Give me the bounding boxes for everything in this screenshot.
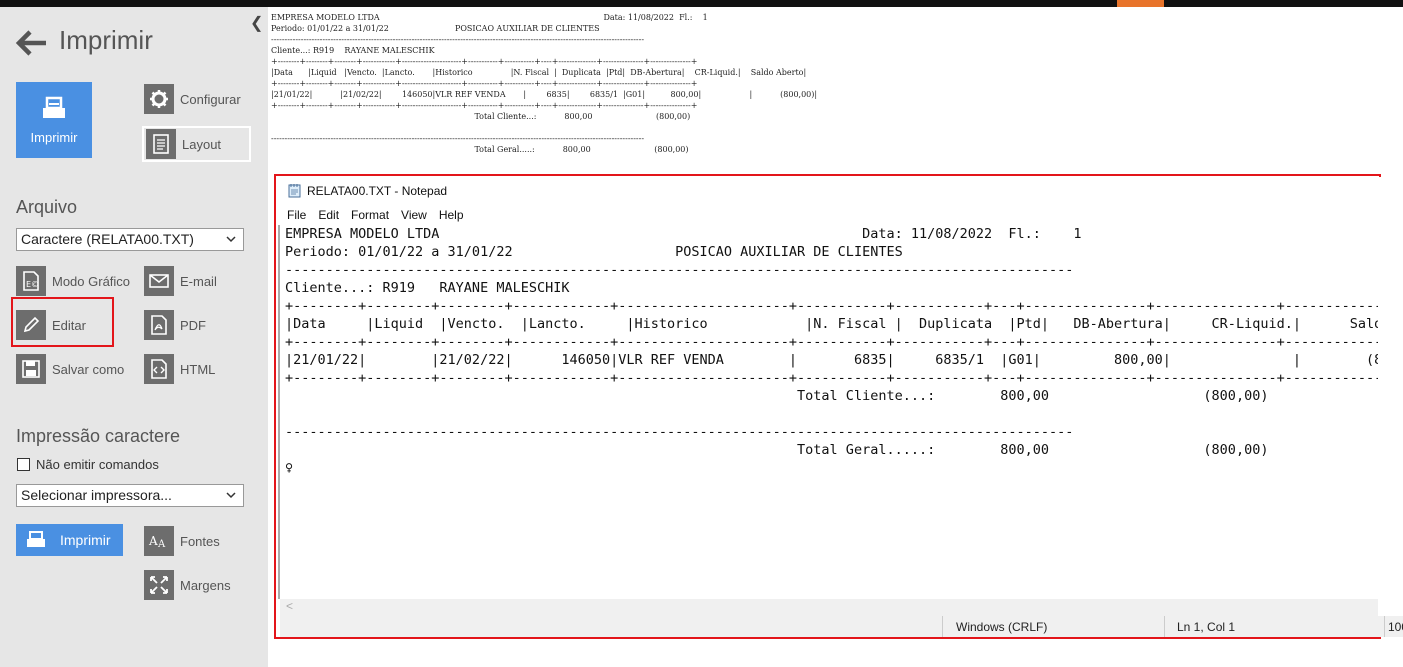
fonts-label: Fontes	[180, 533, 220, 549]
document-icon	[146, 129, 176, 159]
html-icon	[144, 354, 174, 384]
print-button-label: Imprimir	[30, 130, 78, 145]
status-separator	[942, 616, 943, 637]
status-separator	[1384, 616, 1385, 637]
status-position: Ln 1, Col 1	[1177, 620, 1236, 634]
html-label: HTML	[180, 361, 216, 377]
printer-select-value: Selecionar impressora...	[21, 487, 172, 503]
edit-highlight	[11, 297, 114, 347]
horizontal-scrollbar[interactable]: <	[280, 599, 1378, 616]
print-button[interactable]: Imprimir	[16, 82, 92, 158]
menu-file[interactable]: File	[287, 208, 306, 222]
chevron-down-icon	[226, 236, 236, 243]
report-preview: EMPRESA MODELO LTDA Data: 11/08/2022 Fl.…	[271, 12, 817, 155]
notepad-menu-bar: File Edit Format View Help	[287, 208, 464, 222]
graphic-doc-icon: E©	[16, 266, 46, 296]
char-section-heading: Impressão caractere	[16, 426, 181, 446]
layout-button[interactable]: Layout	[142, 126, 251, 162]
font-size-icon: AA	[144, 526, 174, 556]
page-title: Imprimir	[59, 25, 153, 55]
char-print-button[interactable]: Imprimir	[16, 524, 123, 556]
menu-help[interactable]: Help	[439, 208, 464, 222]
char-print-label: Imprimir	[60, 532, 111, 548]
sidebar: ❮ Imprimir Imprimir Configurar Layout Ar…	[0, 7, 268, 667]
status-zoom: 100	[1388, 620, 1403, 634]
no-commands-label: Não emitir comandos	[36, 457, 159, 472]
printer-icon	[43, 96, 65, 118]
margins-button[interactable]: Margens	[144, 569, 231, 601]
status-separator	[1164, 616, 1165, 637]
menu-view[interactable]: View	[401, 208, 427, 222]
email-label: E-mail	[180, 273, 217, 289]
pdf-label: PDF	[180, 317, 206, 333]
collapse-icon[interactable]: ❮	[250, 13, 263, 33]
format-select-value: Caractere (RELATA00.TXT)	[21, 231, 194, 247]
scroll-left-icon[interactable]: <	[286, 599, 293, 613]
floppy-icon	[16, 354, 46, 384]
graphic-mode-button[interactable]: E© Modo Gráfico	[16, 265, 130, 297]
pdf-icon	[144, 310, 174, 340]
gear-icon	[144, 84, 174, 114]
menu-format[interactable]: Format	[351, 208, 389, 222]
configure-label: Configurar	[180, 91, 241, 107]
notepad-window: RELATA00.TXT - Notepad File Edit Format …	[278, 177, 1403, 637]
printer-icon	[27, 531, 45, 547]
printer-select[interactable]: Selecionar impressora...	[16, 484, 244, 507]
notepad-text-area[interactable]: EMPRESA MODELO LTDA Data: 11/08/2022 Fl.…	[278, 225, 1378, 599]
margins-label: Margens	[180, 577, 231, 593]
configure-button[interactable]: Configurar	[144, 83, 241, 115]
status-line-ending: Windows (CRLF)	[956, 620, 1048, 634]
envelope-icon	[144, 266, 174, 296]
svg-text:A: A	[148, 534, 158, 548]
no-commands-checkbox[interactable]: Não emitir comandos	[17, 457, 159, 472]
notepad-icon	[288, 184, 301, 198]
margins-icon	[144, 570, 174, 600]
menu-edit[interactable]: Edit	[318, 208, 339, 222]
layout-label: Layout	[182, 136, 222, 152]
checkbox-box[interactable]	[17, 458, 30, 471]
svg-text:E©: E©	[26, 280, 39, 289]
top-bar	[0, 0, 1403, 7]
format-select[interactable]: Caractere (RELATA00.TXT)	[16, 228, 244, 251]
back-arrow-icon[interactable]	[14, 29, 48, 57]
notepad-content: EMPRESA MODELO LTDA Data: 11/08/2022 Fl.…	[285, 226, 1378, 476]
save-as-label: Salvar como	[52, 361, 125, 377]
status-bar: Windows (CRLF) Ln 1, Col 1 100	[280, 616, 1403, 637]
email-button[interactable]: E-mail	[144, 265, 217, 297]
fonts-button[interactable]: AA Fontes	[144, 525, 220, 557]
save-as-button[interactable]: Salvar como	[16, 353, 124, 385]
graphic-mode-label: Modo Gráfico	[52, 273, 131, 289]
notepad-title-bar: RELATA00.TXT - Notepad	[288, 183, 447, 198]
top-accent	[1117, 0, 1164, 7]
report-preview-text: EMPRESA MODELO LTDA Data: 11/08/2022 Fl.…	[271, 13, 818, 154]
svg-text:A: A	[157, 539, 166, 550]
html-button[interactable]: HTML	[144, 353, 215, 385]
pdf-button[interactable]: PDF	[144, 309, 206, 341]
notepad-title: RELATA00.TXT - Notepad	[307, 183, 448, 198]
file-section-heading: Arquivo	[16, 197, 78, 217]
chevron-down-icon	[226, 492, 236, 499]
